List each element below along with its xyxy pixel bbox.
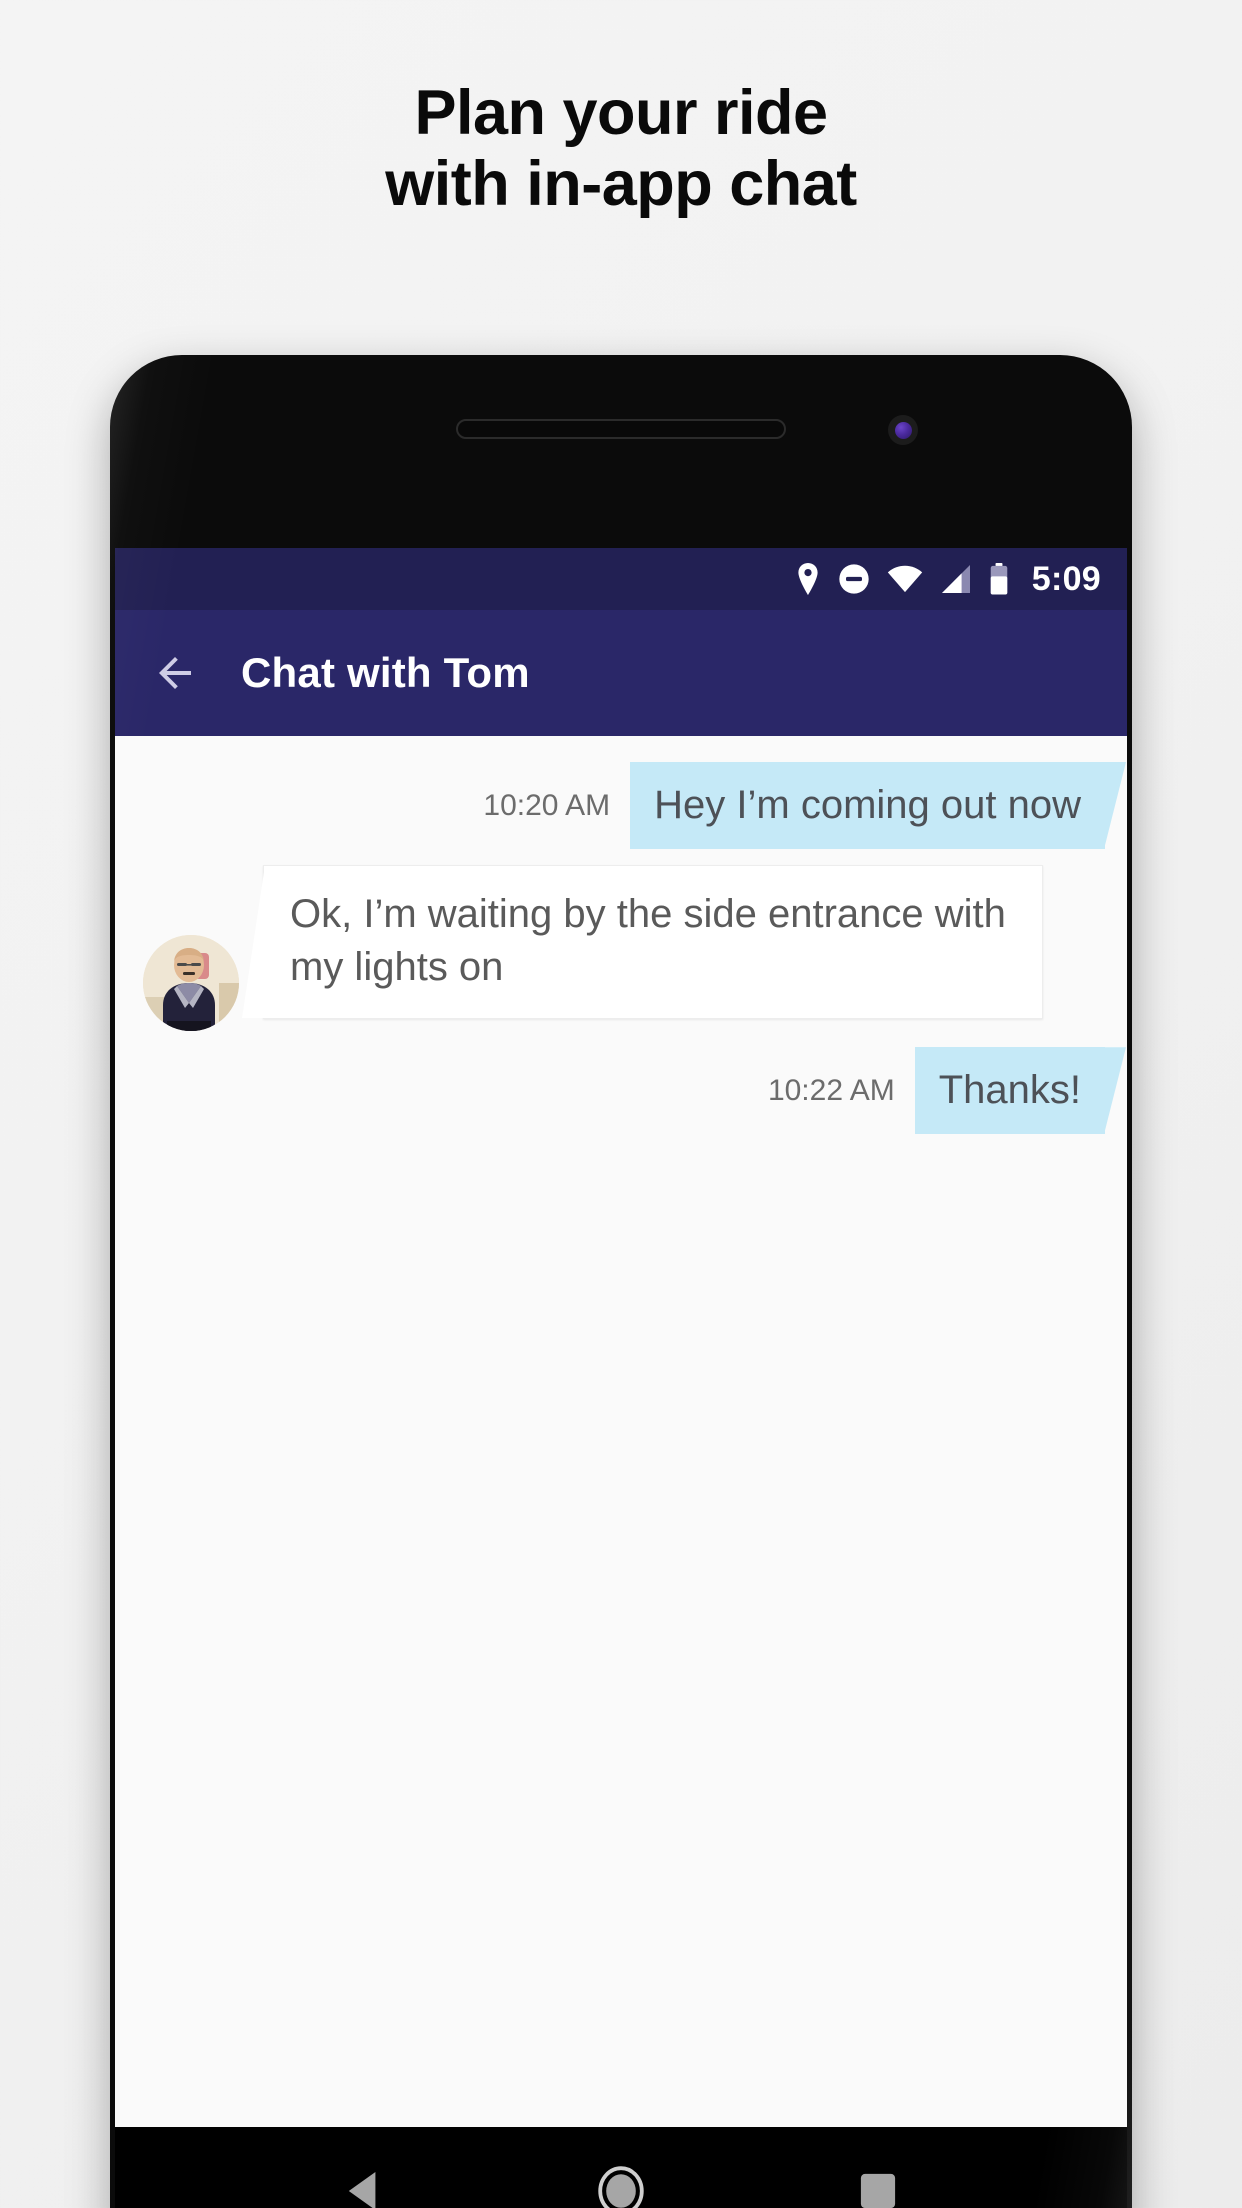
message-row-outgoing-2: 10:22 AM Thanks!: [115, 1047, 1127, 1135]
headline-line-1: Plan your ride: [414, 78, 828, 148]
phone-device-mockup: 5:09 Chat with Tom 10:20 AM Hey I’m comi…: [110, 355, 1132, 2208]
back-arrow-icon[interactable]: [151, 649, 199, 697]
do-not-disturb-icon: [838, 563, 870, 595]
message-timestamp: 10:20 AM: [483, 788, 611, 822]
message-bubble-incoming: Ok, I’m waiting by the side entrance wit…: [263, 865, 1043, 1019]
phone-screen: 5:09 Chat with Tom 10:20 AM Hey I’m comi…: [115, 548, 1127, 2208]
wifi-icon: [887, 565, 923, 593]
message-row-incoming: Ok, I’m waiting by the side entrance wit…: [115, 865, 1127, 1032]
android-navigation-bar: [115, 2127, 1127, 2208]
earpiece-speaker: [456, 419, 786, 439]
avatar: [143, 935, 239, 1032]
nav-recents-icon[interactable]: [843, 2156, 913, 2208]
headline-line-2: with in-app chat: [385, 148, 857, 219]
app-bar: Chat with Tom: [115, 610, 1127, 736]
message-bubble-outgoing: Thanks!: [914, 1047, 1105, 1135]
battery-icon: [989, 563, 1009, 595]
location-pin-icon: [795, 563, 821, 595]
message-list[interactable]: 10:20 AM Hey I’m coming out now Ok, I’m …: [115, 736, 1127, 2208]
status-bar: 5:09: [115, 548, 1127, 610]
message-bubble-outgoing: Hey I’m coming out now: [630, 762, 1105, 850]
front-camera-icon: [888, 415, 918, 445]
promo-headline: Plan your ride with in-app chat: [0, 78, 1242, 219]
nav-home-icon[interactable]: [586, 2156, 656, 2208]
camera-lens: [894, 421, 912, 439]
cellular-signal-icon: [940, 565, 972, 593]
nav-back-icon[interactable]: [329, 2156, 399, 2208]
page-title: Chat with Tom: [241, 649, 530, 696]
message-row-outgoing-1: 10:20 AM Hey I’m coming out now: [115, 762, 1127, 850]
message-timestamp: 10:22 AM: [767, 1073, 895, 1107]
status-bar-clock: 5:09: [1031, 559, 1101, 598]
